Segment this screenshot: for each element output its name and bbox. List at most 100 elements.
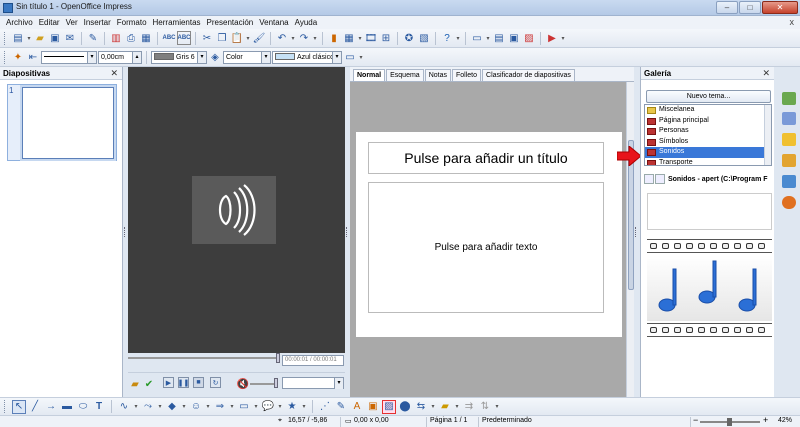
spellcheck-icon[interactable]: ABC — [162, 31, 176, 45]
display-views-icon[interactable]: ▨ — [522, 31, 536, 45]
autospell-icon[interactable]: ABC — [177, 31, 191, 45]
slide-new-icon[interactable]: ▭ — [470, 31, 484, 45]
slideshow-icon[interactable]: ▶ — [545, 31, 559, 45]
from-file-icon[interactable]: ▣ — [366, 400, 380, 414]
slide[interactable]: Pulse para añadir un título Pulse para a… — [356, 132, 622, 337]
pause-button[interactable]: ❚❚ — [178, 377, 189, 388]
animation-icon[interactable] — [782, 154, 796, 167]
table-icon[interactable]: ▦ — [342, 31, 356, 45]
line-properties-icon[interactable]: ✦ — [11, 50, 25, 64]
text-placeholder[interactable]: Pulse para añadir texto — [368, 182, 604, 313]
editor-scrollbar[interactable] — [626, 82, 634, 412]
chevron-down-icon[interactable]: ▾ — [26, 31, 32, 45]
edit-file-icon[interactable]: ✎ — [86, 31, 100, 45]
movie-sound-icon[interactable]: 🎞 — [364, 31, 378, 45]
export-pdf-icon[interactable]: ▥ — [109, 31, 123, 45]
chevron-down-icon[interactable]: ▾ — [205, 400, 211, 414]
menu-formato[interactable]: Formato — [114, 18, 150, 27]
tab-notas[interactable]: Notas — [424, 69, 451, 81]
menu-presentacion[interactable]: Presentación — [204, 18, 257, 27]
chevron-down-icon[interactable]: ▾ — [229, 400, 235, 414]
chevron-down-icon[interactable]: ▾ — [358, 50, 364, 64]
navigator-icon[interactable]: ✪ — [402, 31, 416, 45]
menu-ventana[interactable]: Ventana — [256, 18, 291, 27]
zoom-out-icon[interactable]: − — [693, 415, 698, 425]
chevron-down-icon[interactable]: ▾ — [277, 400, 283, 414]
detail-view-button[interactable] — [655, 174, 665, 185]
chevron-down-icon[interactable]: ▾ — [253, 400, 259, 414]
copy-icon[interactable]: ❐ — [215, 31, 229, 45]
slide-design-icon[interactable]: ▣ — [507, 31, 521, 45]
stars-icon[interactable]: ★ — [285, 400, 299, 414]
select-pointer-icon[interactable]: ↖ — [12, 399, 26, 414]
close-icon[interactable]: ✕ — [762, 67, 770, 80]
title-placeholder[interactable]: Pulse para añadir un título — [368, 142, 604, 174]
glue-points-icon[interactable]: ✎ — [334, 400, 348, 414]
theme-item-selected[interactable]: Sonidos — [645, 147, 771, 158]
arrow-style-icon[interactable]: ⇤ — [26, 50, 40, 64]
media-position-slider[interactable] — [276, 353, 280, 363]
apply-icon[interactable]: ✔ — [142, 377, 156, 391]
line-color-select[interactable]: Gris 6 ▾ — [151, 50, 207, 64]
properties-icon[interactable] — [782, 92, 796, 105]
tab-normal[interactable]: Normal — [353, 69, 386, 81]
points-icon[interactable]: ⋰ — [318, 400, 332, 414]
toolbar-grip[interactable] — [4, 31, 7, 45]
ellipse-icon[interactable]: ⬭ — [76, 400, 90, 414]
theme-list-scrollbar[interactable] — [764, 105, 771, 165]
volume-slider[interactable] — [274, 378, 278, 388]
format-paintbrush-icon[interactable]: 🖌 — [252, 31, 266, 45]
maximize-button[interactable]: □ — [739, 1, 761, 14]
menu-editar[interactable]: Editar — [36, 18, 63, 27]
chevron-down-icon[interactable]: ▾ — [157, 400, 163, 414]
undo-icon[interactable]: ↶ — [275, 31, 289, 45]
menu-herramientas[interactable]: Herramientas — [150, 18, 204, 27]
menu-archivo[interactable]: Archivo — [3, 18, 36, 27]
chevron-down-icon[interactable]: ▾ — [181, 400, 187, 414]
chevron-down-icon[interactable]: ▾ — [485, 31, 491, 45]
slide-layouts-icon[interactable] — [782, 112, 796, 125]
tab-clasificador[interactable]: Clasificador de diapositivas — [482, 69, 575, 81]
pane-splitter[interactable] — [634, 67, 639, 412]
redo-icon[interactable]: ↷ — [297, 31, 311, 45]
chevron-down-icon[interactable]: ▾ — [245, 31, 251, 45]
grid-icon[interactable]: ⊞ — [379, 31, 393, 45]
symbol-shapes-icon[interactable]: ☺ — [189, 400, 203, 414]
styles-icon[interactable] — [782, 133, 796, 146]
tab-esquema[interactable]: Esquema — [386, 69, 424, 81]
line-style-select[interactable]: ▾ — [41, 50, 97, 64]
basic-shapes-icon[interactable]: ◆ — [165, 400, 179, 414]
close-button[interactable]: ✕ — [762, 1, 798, 14]
chevron-down-icon[interactable]: ▾ — [455, 31, 461, 45]
print-preview-icon[interactable]: ▦ — [139, 31, 153, 45]
chart-icon[interactable]: ▮ — [327, 31, 341, 45]
slide-transition-icon[interactable] — [782, 175, 796, 188]
stop-button[interactable]: ■ — [193, 377, 204, 388]
connector-icon[interactable]: ⤳ — [141, 400, 155, 414]
shadow-icon[interactable]: ▭ — [343, 50, 357, 64]
gallery-preview[interactable] — [647, 193, 772, 412]
rectangle-icon[interactable]: ▬ — [60, 400, 74, 414]
slide-layout-icon[interactable]: ▤ — [492, 31, 506, 45]
theme-item[interactable]: Transporte — [645, 158, 771, 165]
theme-item[interactable]: Personas — [645, 126, 771, 137]
repeat-button[interactable]: ↻ — [210, 377, 221, 388]
interaction-icon[interactable]: ⇆ — [414, 400, 428, 414]
line-width-input[interactable]: 0,00cm ▴ — [98, 50, 142, 64]
close-icon[interactable]: ✕ — [110, 67, 118, 80]
zoom-level[interactable]: 42% — [778, 417, 792, 424]
text-tool-icon[interactable]: T — [92, 400, 106, 414]
zoom-select[interactable]: ▾ — [282, 377, 344, 389]
close-document-icon[interactable]: x — [790, 17, 795, 27]
theme-item[interactable]: Página principal — [645, 116, 771, 127]
icon-view-button[interactable] — [644, 174, 654, 185]
slide-thumbnail[interactable] — [22, 87, 114, 159]
menu-insertar[interactable]: Insertar — [81, 18, 114, 27]
chevron-down-icon[interactable]: ▾ — [560, 31, 566, 45]
paste-icon[interactable]: 📋 — [230, 31, 244, 45]
chevron-down-icon[interactable]: ▾ — [290, 31, 296, 45]
navigator-icon[interactable] — [782, 196, 796, 209]
save-icon[interactable]: ▣ — [48, 31, 62, 45]
open-media-icon[interactable]: ▰ — [128, 377, 142, 391]
tab-folleto[interactable]: Folleto — [452, 69, 482, 81]
